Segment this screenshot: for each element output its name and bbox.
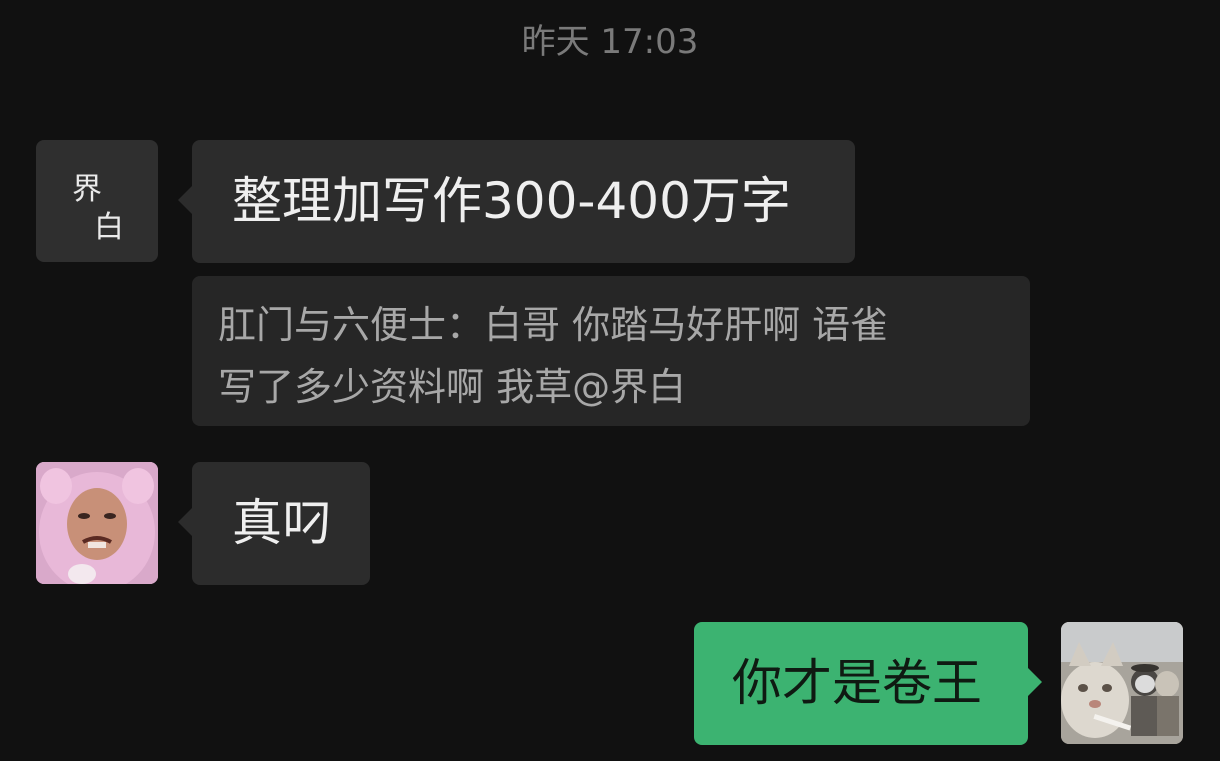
message-text: 真叼 [232, 494, 332, 552]
avatar-char-2: 白 [94, 210, 124, 245]
message-bubble-outgoing[interactable]: 你才是卷王 [694, 622, 1042, 745]
avatar-jiebai[interactable]: 界 白 [36, 140, 158, 262]
avatar-pig-costume[interactable] [36, 462, 158, 584]
quoted-message[interactable]: 肛门与六便士：白哥 你踏马好肝啊 语雀 写了多少资料啊 我草@界白 [192, 276, 1030, 426]
avatar-self[interactable] [1061, 622, 1183, 744]
message-timestamp: 昨天 17:03 [521, 22, 699, 62]
message-text: 整理加写作300-400万字 [232, 172, 791, 230]
message-bubble[interactable]: 真叼 [178, 462, 370, 585]
message-text: 你才是卷王 [732, 654, 982, 712]
cats-gang-avatar-icon [1061, 622, 1183, 744]
message-bubble[interactable]: 整理加写作300-400万字 [178, 140, 855, 263]
pink-pig-costume-man-avatar-icon [36, 462, 158, 584]
